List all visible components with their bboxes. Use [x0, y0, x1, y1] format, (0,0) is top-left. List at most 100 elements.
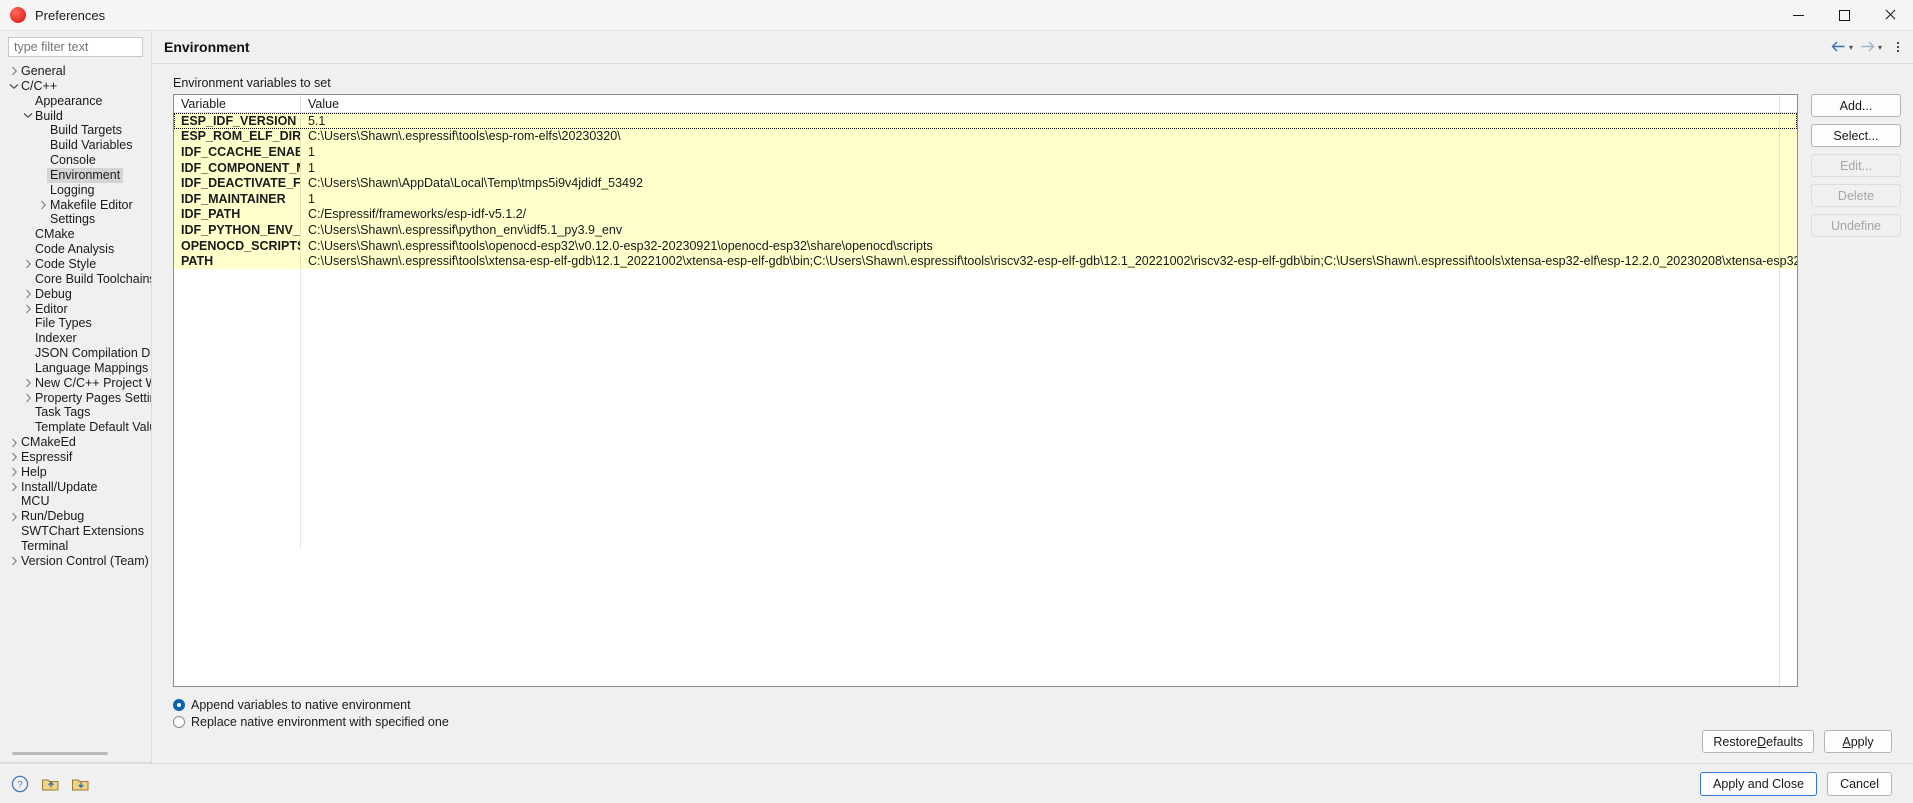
- chevron-right-icon[interactable]: [8, 64, 20, 78]
- table-empty-row: [174, 300, 1797, 316]
- sidebar-item-environment[interactable]: Environment: [0, 167, 151, 183]
- forward-button[interactable]: ▾: [1858, 39, 1884, 55]
- sidebar-item-build[interactable]: Build: [0, 109, 151, 124]
- sidebar-item-build-targets[interactable]: Build Targets: [0, 123, 151, 138]
- sidebar-item-terminal[interactable]: Terminal: [0, 539, 151, 554]
- sidebar-item-indexer[interactable]: Indexer: [0, 331, 151, 346]
- close-button[interactable]: [1867, 0, 1913, 31]
- radio-append-variables[interactable]: Append variables to native environment: [173, 696, 1913, 713]
- add-button[interactable]: Add...: [1811, 94, 1901, 117]
- sidebar-item-logging[interactable]: Logging: [0, 183, 151, 198]
- sidebar-item-version-control-team[interactable]: Version Control (Team): [0, 554, 151, 569]
- sidebar-item-label: Core Build Toolchains: [35, 271, 151, 286]
- help-question-icon[interactable]: ?: [10, 774, 30, 794]
- chevron-right-icon[interactable]: [8, 436, 20, 450]
- chevron-right-icon[interactable]: [8, 465, 20, 479]
- table-row[interactable]: PATH C:\Users\Shawn\.espressif\tools\xten…: [174, 253, 1797, 269]
- sidebar-item-template-default-values[interactable]: Template Default Values: [0, 420, 151, 435]
- cell-variable: PATH: [174, 253, 301, 269]
- sidebar-item-editor[interactable]: Editor: [0, 302, 151, 317]
- table-empty-row: [174, 424, 1797, 441]
- sidebar-item-new-c-c-project-wiza[interactable]: New C/C++ Project Wiza: [0, 376, 151, 391]
- table-body: ESP_IDF_VERSION 5.1 ESP_ROM_ELF_DIR C:\User…: [174, 113, 1797, 686]
- sidebar-item-json-compilation-datab[interactable]: JSON Compilation Datab: [0, 346, 151, 361]
- sidebar-item-property-pages-settings[interactable]: Property Pages Settings: [0, 391, 151, 406]
- undefine-button: Undefine: [1811, 214, 1901, 237]
- sidebar-item-run-debug[interactable]: Run/Debug: [0, 509, 151, 524]
- maximize-button[interactable]: [1821, 0, 1867, 31]
- chevron-right-icon[interactable]: [8, 510, 20, 524]
- table-row[interactable]: IDF_COMPONENT_MAN... 1: [174, 159, 1797, 176]
- chevron-right-icon[interactable]: [22, 287, 34, 301]
- sidebar-item-build-variables[interactable]: Build Variables: [0, 138, 151, 153]
- sidebar-item-core-build-toolchains[interactable]: Core Build Toolchains: [0, 272, 151, 287]
- select-button[interactable]: Select...: [1811, 124, 1901, 147]
- chevron-right-icon[interactable]: [8, 554, 20, 568]
- chevron-right-icon[interactable]: [8, 450, 20, 464]
- cancel-button[interactable]: Cancel: [1827, 771, 1892, 796]
- chevron-down-icon[interactable]: [22, 109, 34, 123]
- sidebar-item-makefile-editor[interactable]: Makefile Editor: [0, 198, 151, 213]
- import-preferences-icon[interactable]: [40, 774, 60, 794]
- apply-and-close-button[interactable]: Apply and Close: [1700, 771, 1818, 796]
- sidebar-item-file-types[interactable]: File Types: [0, 316, 151, 331]
- radio-replace-environment[interactable]: Replace native environment with specifie…: [173, 713, 1913, 730]
- table-row[interactable]: IDF_CCACHE_ENABLE 1: [174, 144, 1797, 160]
- table-row[interactable]: IDF_PYTHON_ENV_PATH C:\Users\Shawn\.espre…: [174, 222, 1797, 238]
- table-row[interactable]: IDF_MAINTAINER 1: [174, 190, 1797, 207]
- sidebar-item-general[interactable]: General: [0, 64, 151, 79]
- radio-indicator[interactable]: [173, 698, 185, 711]
- minimize-button[interactable]: [1775, 0, 1821, 31]
- chevron-right-icon[interactable]: [22, 257, 34, 271]
- table-row[interactable]: ESP_ROM_ELF_DIR C:\Users\Shawn\.espressif…: [174, 128, 1797, 145]
- sidebar-item-console[interactable]: Console: [0, 153, 151, 168]
- chevron-right-icon[interactable]: [8, 480, 20, 494]
- sidebar-item-language-mappings[interactable]: Language Mappings: [0, 361, 151, 376]
- filter-input[interactable]: [8, 37, 143, 57]
- cell-variable: IDF_PATH: [174, 206, 301, 223]
- table-row[interactable]: IDF_DEACTIVATE_FILE_P... C:\Users\Shawn\A…: [174, 175, 1797, 191]
- chevron-down-icon[interactable]: [8, 79, 20, 93]
- column-header-value[interactable]: Value: [301, 95, 1797, 112]
- sidebar-item-appearance[interactable]: Appearance: [0, 94, 151, 109]
- sidebar-item-task-tags[interactable]: Task Tags: [0, 405, 151, 420]
- chevron-right-icon[interactable]: [22, 302, 34, 316]
- sidebar-item-c-c[interactable]: C/C++: [0, 79, 151, 94]
- sidebar-item-label: Makefile Editor: [50, 197, 133, 212]
- apply-button[interactable]: Apply: [1824, 730, 1892, 753]
- table-empty-row: [174, 440, 1797, 457]
- empty-cell: [301, 534, 1797, 550]
- radio-indicator[interactable]: [173, 715, 185, 728]
- chevron-right-icon[interactable]: [22, 376, 34, 390]
- table-row[interactable]: IDF_PATH C:/Espressif/frameworks/esp-idf-…: [174, 206, 1797, 223]
- sidebar-item-cmakeed[interactable]: CMakeEd: [0, 435, 151, 450]
- preferences-tree[interactable]: General C/C++ Appearance Build Build Targets…: [0, 63, 151, 763]
- table-row[interactable]: OPENOCD_SCRIPTS C:\Users\Shawn\.espressif…: [174, 237, 1797, 254]
- empty-cell: [301, 285, 1797, 301]
- sidebar-item-swtchart-extensions[interactable]: SWTChart Extensions: [0, 524, 151, 539]
- chevron-right-icon[interactable]: [37, 198, 49, 212]
- sidebar-item-help[interactable]: Help: [0, 465, 151, 480]
- column-header-variable[interactable]: Variable: [174, 95, 301, 112]
- environment-table[interactable]: Variable Value ESP_IDF_VERSION 5.1 ESP_ROM…: [173, 94, 1798, 687]
- empty-cell: [301, 378, 1797, 394]
- cell-value: C:\Users\Shawn\AppData\Local\Temp\tmps5i…: [308, 176, 643, 191]
- table-empty-row: [174, 502, 1797, 519]
- sidebar-item-code-style[interactable]: Code Style: [0, 257, 151, 272]
- sidebar-item-espressif[interactable]: Espressif: [0, 450, 151, 465]
- vertical-dots-icon[interactable]: [1895, 40, 1901, 54]
- sidebar-item-cmake[interactable]: CMake: [0, 227, 151, 242]
- table-row[interactable]: ESP_IDF_VERSION 5.1: [174, 113, 1797, 129]
- sidebar-item-settings[interactable]: Settings: [0, 212, 151, 227]
- chevron-right-icon[interactable]: [22, 391, 34, 405]
- sidebar-item-debug[interactable]: Debug: [0, 287, 151, 302]
- export-preferences-icon[interactable]: [70, 774, 90, 794]
- restore-defaults-button[interactable]: Restore Defaults: [1702, 730, 1814, 753]
- back-button[interactable]: ▾: [1829, 39, 1855, 55]
- sidebar-item-mcu[interactable]: MCU: [0, 494, 151, 509]
- sidebar-horizontal-scrollbar[interactable]: [12, 752, 108, 755]
- sidebar-item-install-update[interactable]: Install/Update: [0, 480, 151, 495]
- sidebar-item-code-analysis[interactable]: Code Analysis: [0, 242, 151, 257]
- empty-cell: [174, 456, 301, 472]
